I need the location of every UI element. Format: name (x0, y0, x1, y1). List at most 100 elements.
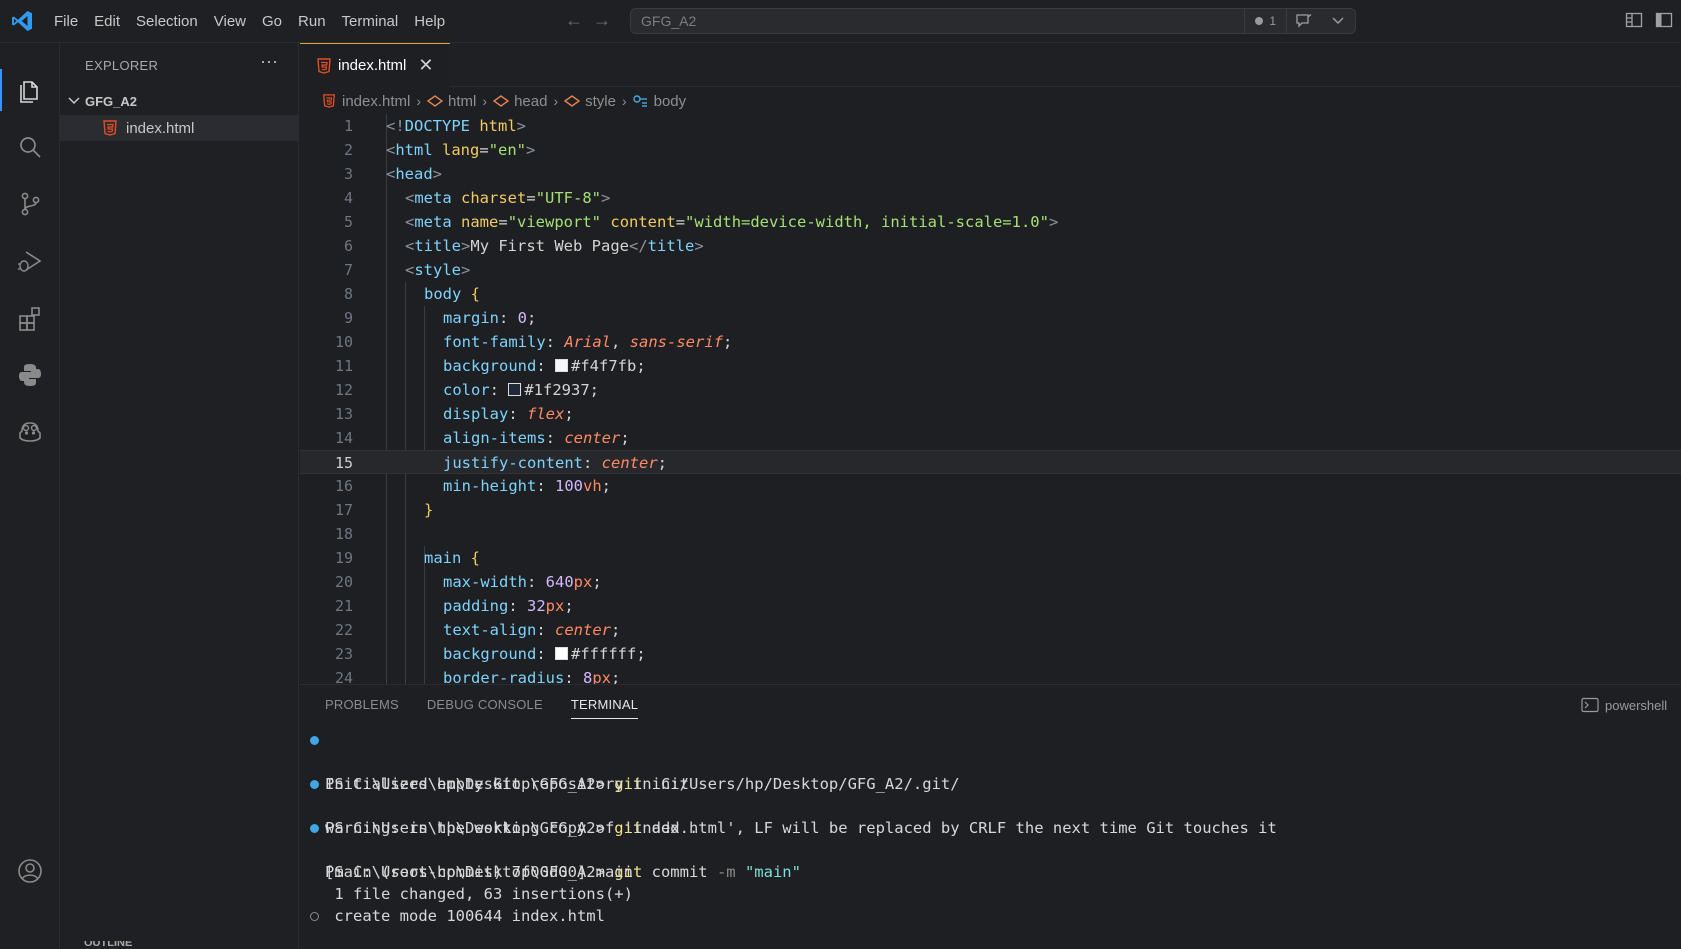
breadcrumb-body[interactable]: body (632, 92, 687, 110)
line-number: 7 (343, 261, 353, 279)
activity-bar (0, 43, 60, 949)
run-debug-activity[interactable] (0, 236, 60, 286)
token: center (555, 621, 611, 639)
token: > (461, 261, 471, 279)
line-number: 14 (334, 429, 353, 447)
menu-edit[interactable]: Edit (86, 0, 128, 43)
token: "en" (488, 141, 527, 159)
line-number: 16 (334, 477, 353, 495)
accounts-activity[interactable] (0, 846, 60, 896)
terminal-instance[interactable]: powershell (1581, 697, 1681, 713)
line-number: 13 (334, 405, 353, 423)
token: { (461, 285, 480, 303)
tab-debug-console[interactable]: DEBUG CONSOLE (427, 697, 543, 719)
code-editor[interactable]: 1 <!DOCTYPE html> 2 <html lang="en"> 3 <hea… (300, 114, 1681, 684)
customize-layout-icon[interactable] (1625, 11, 1643, 29)
chevron-right-icon: › (553, 93, 559, 109)
token: center (601, 454, 658, 472)
source-control-activity[interactable] (0, 179, 60, 229)
element-icon (564, 93, 581, 109)
breadcrumb-html[interactable]: html (427, 93, 476, 110)
close-icon[interactable]: ✕ (418, 55, 433, 76)
color-swatch[interactable] (555, 359, 568, 372)
token: ; (611, 621, 621, 639)
command-success-dot-icon[interactable] (310, 824, 319, 833)
token: title (414, 237, 462, 255)
menu-file[interactable]: File (46, 0, 86, 43)
folder-name: GFG_A2 (85, 93, 138, 109)
chat-icon[interactable] (1287, 9, 1321, 33)
current-code-line: 15 justify-content: center; (300, 450, 1681, 474)
command-success-dot-icon[interactable] (310, 780, 319, 789)
outline-section[interactable]: OUTLINE (60, 941, 299, 949)
line-number: 3 (343, 165, 353, 183)
token: html (479, 117, 517, 135)
panel-tabs: PROBLEMS DEBUG CONSOLE TERMINAL (325, 697, 639, 719)
command-success-dot-icon[interactable] (310, 736, 319, 745)
breadcrumb-label: body (653, 92, 687, 110)
color-swatch[interactable] (555, 647, 568, 660)
token: > (526, 141, 536, 159)
notification-count[interactable]: 1 (1245, 14, 1286, 28)
token: < (386, 165, 396, 183)
code-line: 16 min-height: 100vh; (300, 474, 1681, 498)
token: > (694, 237, 704, 255)
menu-go[interactable]: Go (254, 0, 290, 43)
token: content (610, 213, 676, 231)
search-activity[interactable] (0, 122, 60, 172)
terminal-icon (1581, 697, 1599, 713)
code-line: 11 background: #f4f7fb; (300, 354, 1681, 378)
folder-gfg-a2[interactable]: GFG_A2 (60, 89, 299, 113)
file-index-html[interactable]: index.html (60, 115, 299, 141)
breadcrumb-file[interactable]: index.html (321, 93, 410, 110)
token: meta (414, 213, 452, 231)
token: <! (386, 117, 405, 135)
token: 640 (545, 573, 574, 591)
copilot-activity[interactable] (0, 407, 60, 457)
token: : (508, 597, 527, 615)
color-swatch[interactable] (508, 383, 522, 396)
breadcrumb-style[interactable]: style (564, 93, 616, 110)
menu-terminal[interactable]: Terminal (334, 0, 407, 43)
token: "viewport" (507, 213, 602, 231)
token: < (405, 237, 415, 255)
code-line: 21 padding: 32px; (300, 594, 1681, 618)
more-actions-icon[interactable]: ··· (260, 51, 278, 72)
files-icon (20, 81, 38, 103)
extensions-activity[interactable] (0, 293, 60, 343)
command-center[interactable]: GFG_A2 1 (630, 8, 1356, 34)
code-line: 9 margin: 0; (300, 306, 1681, 330)
chevron-down-icon[interactable] (1321, 9, 1355, 33)
line-number: 6 (343, 237, 353, 255)
line-number: 17 (334, 501, 353, 519)
menu-view[interactable]: View (206, 0, 254, 43)
forward-arrow-icon[interactable]: → (593, 10, 611, 31)
toggle-sidebar-icon[interactable] (1655, 11, 1673, 29)
back-arrow-icon[interactable]: ← (565, 10, 583, 31)
menu-help[interactable]: Help (406, 0, 453, 43)
command-pending-dot-icon[interactable] (310, 912, 319, 921)
tab-problems[interactable]: PROBLEMS (325, 697, 399, 719)
code-line: 14 align-items: center; (300, 426, 1681, 450)
token: justify-content (443, 454, 583, 472)
breadcrumb-head[interactable]: head (493, 93, 547, 110)
token: 32 (527, 597, 546, 615)
code-line: 19 main { (300, 546, 1681, 570)
vscode-logo-icon[interactable] (10, 9, 34, 33)
token: #1f2937 (524, 381, 590, 399)
token: : (489, 381, 509, 399)
tab-index-html[interactable]: index.html ✕ (300, 43, 450, 87)
run-debug-icon (18, 251, 42, 272)
token: min-height (443, 477, 537, 495)
explorer-activity[interactable] (0, 65, 60, 115)
breadcrumb: index.html › html › head › style › body (300, 88, 1681, 114)
python-activity[interactable] (0, 350, 60, 400)
tab-terminal[interactable]: TERMINAL (570, 697, 639, 719)
token: style (414, 261, 462, 279)
token: : (536, 645, 555, 663)
token: = (498, 213, 508, 231)
menu-selection[interactable]: Selection (128, 0, 206, 43)
menu-run[interactable]: Run (290, 0, 334, 43)
token: < (405, 213, 415, 231)
